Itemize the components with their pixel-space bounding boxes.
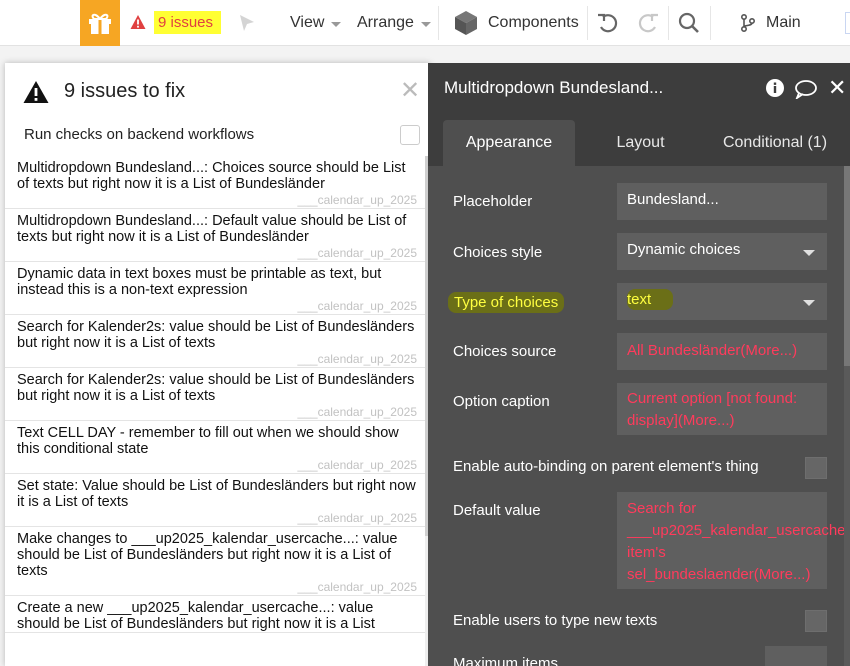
choices-source-label: Choices source (453, 343, 557, 360)
issue-description: Multidropdown Bundesland...: Choices sou… (17, 160, 406, 192)
issues-panel-header: 9 issues to fix ✕ (5, 63, 430, 121)
issue-context: ___calendar_up_2025 (297, 580, 417, 594)
chevron-down-icon (331, 21, 342, 27)
info-icon[interactable] (765, 78, 785, 98)
issue-context: ___calendar_up_2025 (297, 405, 417, 419)
warning-icon (130, 15, 146, 29)
branch-label: Main (766, 14, 801, 31)
gift-icon (89, 13, 111, 34)
choices-style-value: Dynamic choices (627, 241, 741, 258)
issue-context: ___calendar_up_2025 (297, 511, 417, 525)
issue-item[interactable]: Create a new ___up2025_kalendar_usercach… (5, 596, 425, 633)
toolbar-divider (587, 6, 588, 40)
issue-description: Multidropdown Bundesland...: Default val… (17, 213, 407, 245)
comment-icon[interactable] (794, 79, 818, 99)
maximum-items-label: Maximum items (453, 655, 559, 666)
view-menu-label: View (290, 14, 325, 31)
default-value-label: Default value (453, 502, 541, 519)
pointer-icon[interactable] (236, 12, 258, 34)
run-checks-label: Run checks on backend workflows (24, 126, 255, 143)
issue-item[interactable]: Text CELL DAY - remember to fill out whe… (5, 421, 425, 474)
issue-item[interactable]: Make changes to ___up2025_kalendar_userc… (5, 527, 425, 596)
branch-icon (740, 13, 756, 33)
tab-conditional[interactable]: Conditional (1) (710, 120, 840, 166)
type-of-choices-label: Type of choices (448, 292, 565, 313)
issue-context: ___calendar_up_2025 (297, 193, 417, 207)
issues-panel-title: 9 issues to fix (64, 80, 186, 102)
top-toolbar: 9 issues View Arrange Components Main (0, 0, 850, 46)
property-editor-header: Multidropdown Bundesland... ✕ (428, 63, 850, 111)
placeholder-input[interactable]: Bundesland... (617, 183, 827, 220)
tab-layout[interactable]: Layout (598, 120, 683, 166)
issue-item[interactable]: Set state: Value should be List of Bunde… (5, 474, 425, 527)
chevron-down-icon (420, 21, 431, 27)
maximum-items-input[interactable] (765, 646, 827, 666)
components-button[interactable]: Components (454, 0, 579, 46)
close-icon[interactable]: ✕ (828, 75, 846, 101)
issue-item[interactable]: Multidropdown Bundesland...: Choices sou… (5, 156, 425, 209)
auto-binding-checkbox[interactable] (805, 457, 827, 479)
option-caption-label: Option caption (453, 393, 550, 410)
issues-count-label: 9 issues (154, 10, 222, 34)
issue-item[interactable]: Dynamic data in text boxes must be print… (5, 262, 425, 315)
type-of-choices-dropdown[interactable]: text (617, 283, 827, 320)
issue-description: Text CELL DAY - remember to fill out whe… (17, 425, 399, 457)
issue-list: Multidropdown Bundesland...: Choices sou… (5, 156, 425, 633)
issue-description: Set state: Value should be List of Bunde… (17, 478, 416, 510)
choices-source-expression[interactable]: All Bundesländer(More...) (617, 333, 827, 370)
issue-context: ___calendar_up_2025 (297, 458, 417, 472)
arrange-menu[interactable]: Arrange (357, 0, 431, 46)
cube-icon (455, 11, 477, 35)
undo-icon[interactable] (596, 11, 620, 35)
close-icon[interactable]: ✕ (400, 79, 420, 103)
redo-icon[interactable] (636, 11, 660, 35)
issue-item[interactable]: Multidropdown Bundesland...: Default val… (5, 209, 425, 262)
issues-button[interactable]: 9 issues (130, 6, 222, 38)
element-title: Multidropdown Bundesland... (444, 78, 664, 97)
type-new-texts-label: Enable users to type new texts (453, 612, 658, 629)
issue-description: Dynamic data in text boxes must be print… (17, 266, 382, 298)
choices-style-dropdown[interactable]: Dynamic choices (617, 233, 827, 270)
view-menu[interactable]: View (290, 0, 342, 46)
arrange-menu-label: Arrange (357, 14, 414, 31)
issues-panel: 9 issues to fix ✕ Run checks on backend … (5, 63, 430, 666)
properties-scrollbar-thumb[interactable] (844, 166, 850, 366)
default-value-expression[interactable]: Search for ___up2025_kalendar_usercaches… (617, 492, 850, 589)
issue-item[interactable]: Search for Kalender2s: value should be L… (5, 315, 425, 368)
type-new-texts-checkbox[interactable] (805, 610, 827, 632)
property-tabs: Appearance Layout Conditional (1) (428, 111, 850, 166)
chevron-down-icon (803, 250, 815, 256)
tab-appearance[interactable]: Appearance (443, 120, 575, 166)
appearance-properties: Placeholder Bundesland... Choices style … (428, 166, 850, 666)
issue-description: Search for Kalender2s: value should be L… (17, 372, 415, 404)
choices-style-label: Choices style (453, 244, 543, 261)
issue-context: ___calendar_up_2025 (297, 299, 417, 313)
issue-description: Create a new ___up2025_kalendar_usercach… (17, 600, 375, 632)
issue-description: Search for Kalender2s: value should be L… (17, 319, 415, 351)
toolbar-divider (438, 6, 439, 40)
toolbar-divider (668, 6, 669, 40)
placeholder-label: Placeholder (453, 193, 533, 210)
warning-icon (23, 81, 49, 103)
search-icon[interactable] (677, 11, 701, 35)
components-label: Components (488, 14, 579, 31)
run-checks-checkbox[interactable] (400, 125, 420, 145)
toolbar-divider (710, 6, 711, 40)
type-of-choices-value: text (627, 289, 674, 310)
issue-description: Make changes to ___up2025_kalendar_userc… (17, 531, 398, 579)
branch-selector[interactable]: Main (740, 0, 801, 46)
issue-context: ___calendar_up_2025 (297, 352, 417, 366)
chevron-down-icon (803, 300, 815, 306)
issue-item[interactable]: Search for Kalender2s: value should be L… (5, 368, 425, 421)
option-caption-expression[interactable]: Current option [not found: display](More… (617, 383, 827, 435)
property-editor: Multidropdown Bundesland... ✕ Appearance… (428, 63, 850, 666)
issue-context: ___calendar_up_2025 (297, 246, 417, 260)
toolbar-overflow-button[interactable] (845, 12, 850, 34)
auto-binding-label: Enable auto-binding on parent element's … (453, 458, 759, 475)
gift-button[interactable] (80, 0, 120, 46)
